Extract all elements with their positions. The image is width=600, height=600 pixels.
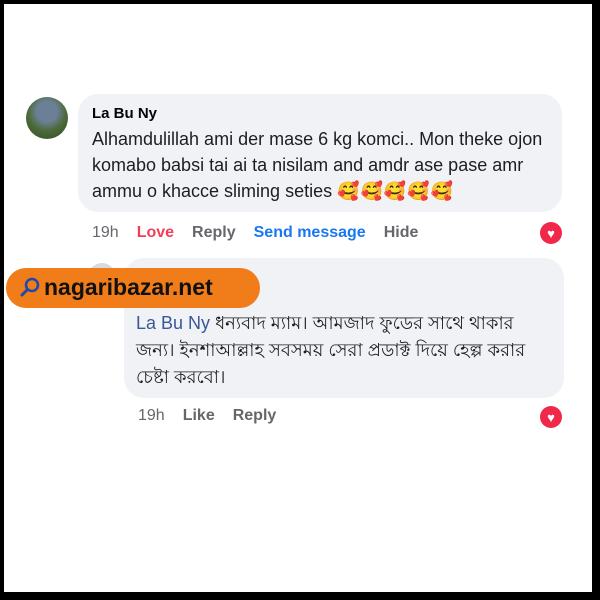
comment-actions: 19h Love Reply Send message Hide xyxy=(92,224,418,242)
reply-text: La Bu Ny ধন্যবাদ ম্যাম। আমজাদ ফুডের সাথে… xyxy=(136,310,552,391)
reply-reply-button[interactable]: Reply xyxy=(233,407,277,425)
like-button[interactable]: Like xyxy=(183,407,215,425)
comment-author[interactable]: La Bu Ny xyxy=(92,105,157,122)
love-button[interactable]: Love xyxy=(137,224,174,242)
avatar[interactable] xyxy=(26,97,68,139)
reply-time[interactable]: 19h xyxy=(138,407,165,425)
heart-icon[interactable]: ♥ xyxy=(540,222,562,244)
reply-actions: 19h Like Reply xyxy=(138,407,276,425)
heart-icon[interactable]: ♥ xyxy=(540,406,562,428)
brand-watermark: nagaribazar.net xyxy=(6,268,260,308)
comment-body: Alhamdulillah ami der mase 6 kg komci.. … xyxy=(92,129,543,201)
brand-text: nagaribazar.net xyxy=(44,274,213,300)
comment-time[interactable]: 19h xyxy=(92,224,119,242)
send-message-button[interactable]: Send message xyxy=(254,224,366,242)
comment-emojis: 🥰🥰🥰🥰🥰 xyxy=(337,181,455,201)
reply-button[interactable]: Reply xyxy=(192,224,236,242)
comment-text: Alhamdulillah ami der mase 6 kg komci.. … xyxy=(92,126,554,204)
reply-mention[interactable]: La Bu Ny xyxy=(136,313,210,333)
magnifier-icon xyxy=(20,277,40,297)
hide-button[interactable]: Hide xyxy=(384,224,419,242)
